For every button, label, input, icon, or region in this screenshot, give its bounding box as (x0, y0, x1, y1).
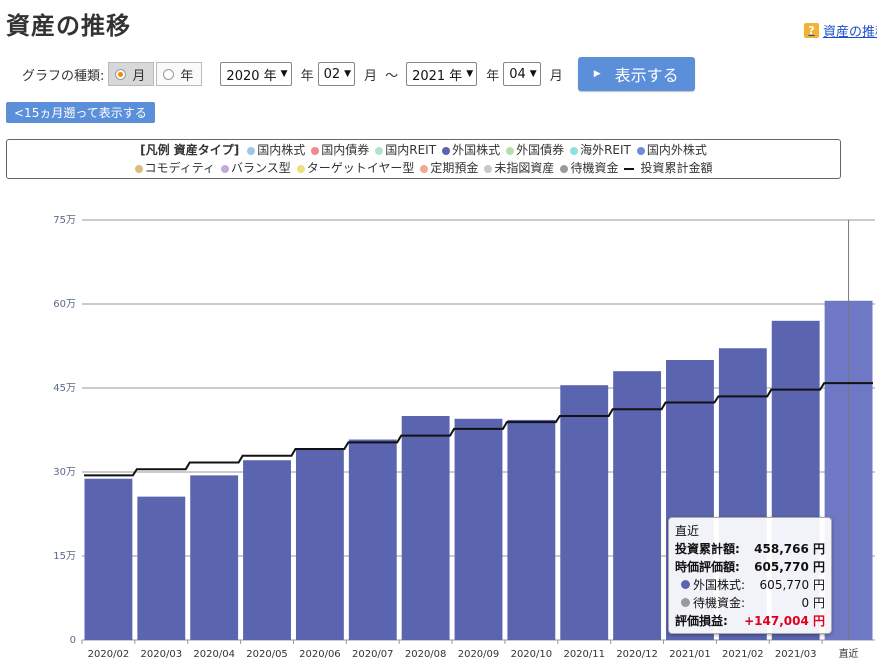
tooltip-label: 待機資金: (693, 595, 746, 610)
tooltip-label-group: 評価損益: (675, 612, 728, 629)
y-tick-label: 75万 (53, 215, 76, 226)
x-tick-label: 2020/10 (511, 649, 553, 660)
tooltip-row: 時価評価額: 605,770 円 (675, 557, 825, 575)
tooltip-label: 投資累計額: (675, 541, 740, 556)
tooltip-row: 投資累計額: 458,766 円 (675, 539, 825, 557)
y-tick-label: 30万 (53, 467, 76, 478)
tooltip-value: 458,766 円 (754, 541, 825, 556)
bar (137, 496, 186, 640)
bar (560, 385, 609, 640)
tooltip-value: 605,770 円 (759, 577, 825, 592)
series-dot-icon (681, 579, 690, 589)
x-tick-label: 2021/03 (775, 649, 817, 660)
tooltip-row: 評価損益: +147,004 円 (675, 611, 825, 629)
x-tick-label: 2020/12 (616, 649, 658, 660)
tooltip-value: 605,770 円 (754, 559, 825, 574)
x-tick-label: 2020/09 (458, 649, 500, 660)
y-tick-label: 15万 (53, 551, 76, 562)
bar (84, 478, 133, 640)
x-tick-label: 2020/02 (88, 649, 130, 660)
x-tick-label: 2020/05 (246, 649, 288, 660)
x-tick-label: 2020/06 (299, 649, 341, 660)
y-tick-label: 60万 (53, 299, 76, 310)
x-tick-label: 2020/04 (193, 649, 235, 660)
tooltip-row: 待機資金: 0 円 (675, 593, 825, 611)
x-tick-label: 2021/02 (722, 649, 764, 660)
tooltip-label: 評価損益: (675, 613, 728, 628)
bar (401, 416, 450, 640)
series-dot-icon (681, 597, 690, 607)
y-tick-label: 45万 (53, 383, 76, 394)
tooltip-label: 時価評価額: (675, 559, 740, 574)
x-tick-label: 直近 (839, 647, 859, 660)
x-tick-label: 2020/07 (352, 649, 394, 660)
tooltip-label-group: 時価評価額: (675, 558, 740, 575)
x-tick-label: 2020/11 (563, 649, 605, 660)
bar (507, 419, 556, 640)
y-tick-label: 0 (70, 635, 76, 646)
tooltip-label-group: 待機資金: (675, 594, 745, 611)
bar (190, 475, 239, 640)
bar (613, 371, 662, 640)
bar (295, 448, 344, 640)
bar (348, 439, 397, 640)
tooltip-label-group: 投資累計額: (675, 540, 740, 557)
tooltip-row: 外国株式: 605,770 円 (675, 575, 825, 593)
tooltip-title: 直近 (675, 523, 700, 538)
tooltip-value: 0 円 (801, 595, 825, 610)
x-tick-label: 2020/03 (141, 649, 183, 660)
x-tick-label: 2020/08 (405, 649, 447, 660)
x-tick-label: 2021/01 (669, 649, 711, 660)
tooltip-value: +147,004 円 (744, 613, 825, 628)
chart-tooltip: 直近 投資累計額: 458,766 円時価評価額: 605,770 円外国株式: 60… (668, 517, 832, 634)
tooltip-label: 外国株式: (693, 577, 746, 592)
tooltip-label-group: 外国株式: (675, 576, 745, 593)
bar (243, 460, 291, 640)
bar (454, 418, 503, 640)
